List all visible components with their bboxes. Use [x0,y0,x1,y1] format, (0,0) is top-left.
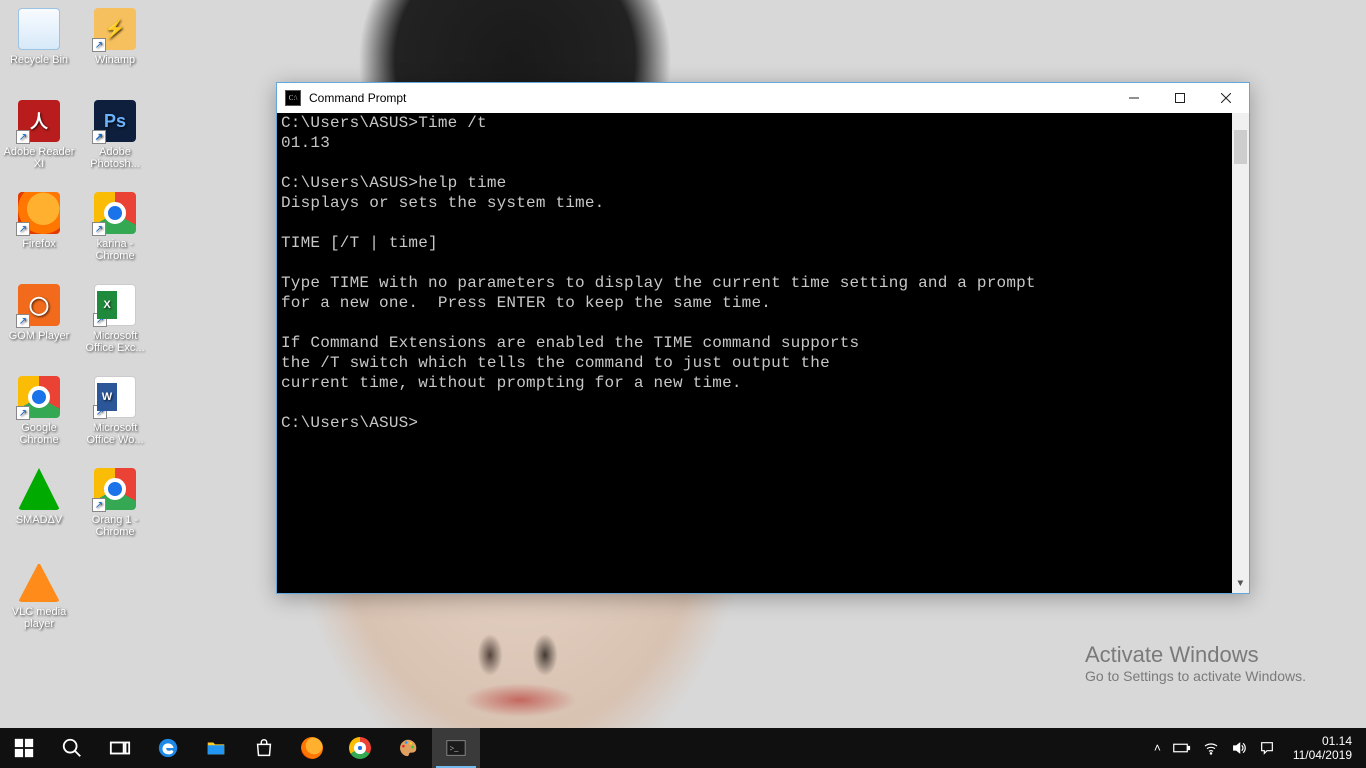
google-chrome-icon[interactable]: ↗ Google Chrome [2,372,76,460]
firefox-icon[interactable]: ↗ Firefox [2,188,76,276]
chrome-glyph: ↗ [18,376,60,418]
taskbar-store[interactable] [240,728,288,768]
taskbar-cmd[interactable]: >_ [432,728,480,768]
chrome-glyph: ↗ [94,192,136,234]
minimize-button[interactable] [1111,83,1157,113]
terminal-output[interactable]: C:\Users\ASUS>Time /t 01.13 C:\Users\ASU… [277,113,1249,593]
palette-icon [397,737,419,759]
recycle-bin-icon[interactable]: Recycle Bin [2,4,76,92]
photoshop-glyph: Ps↗ [94,100,136,142]
word-glyph: ↗ [94,376,136,418]
terminal-text: C:\Users\ASUS>Time /t 01.13 C:\Users\ASU… [281,114,1036,432]
taskbar-file-explorer[interactable] [192,728,240,768]
titlebar[interactable]: Command Prompt [277,83,1249,113]
clock-time: 01.14 [1322,734,1352,748]
vertical-scrollbar[interactable]: ▲ ▼ [1232,113,1249,593]
icon-label: SMADΔV [16,514,62,526]
winamp-glyph: ⚡↗ [94,8,136,50]
edge-icon [157,737,179,759]
maximize-icon [1175,93,1185,103]
task-view-button[interactable] [96,728,144,768]
firefox-glyph: ↗ [18,192,60,234]
shopping-bag-icon [253,737,275,759]
orang1-chrome-icon[interactable]: ↗ Orang 1 - Chrome [78,464,152,552]
excel-icon[interactable]: ↗ Microsoft Office Exc... [78,280,152,368]
smadav-glyph [18,468,60,510]
word-icon[interactable]: ↗ Microsoft Office Wo... [78,372,152,460]
chrome-icon [349,737,371,759]
icon-label: Microsoft Office Exc... [79,330,151,354]
task-view-icon [109,737,131,759]
chrome-glyph: ↗ [94,468,136,510]
clock-date: 11/04/2019 [1293,748,1352,762]
adobe-reader-glyph: 人↗ [18,100,60,142]
watermark-title: Activate Windows [1085,642,1306,668]
windows-logo-icon [13,737,35,759]
action-center-icon[interactable] [1259,740,1275,756]
folder-icon [205,737,227,759]
icon-label: Recycle Bin [10,54,68,66]
icon-label: Winamp [95,54,135,66]
scrollbar-track[interactable] [1232,130,1249,576]
vlc-icon[interactable]: VLC media player [2,556,76,644]
search-icon [61,737,83,759]
winamp-icon[interactable]: ⚡↗ Winamp [78,4,152,92]
photoshop-icon[interactable]: Ps↗ Adobe Photosh... [78,96,152,184]
excel-glyph: ↗ [94,284,136,326]
cmd-app-icon [285,90,301,106]
icon-label: Google Chrome [3,422,75,446]
terminal-icon: >_ [445,737,467,759]
icon-label: karina - Chrome [79,238,151,262]
icon-label: GOM Player [9,330,70,342]
start-button[interactable] [0,728,48,768]
close-icon [1221,93,1231,103]
activate-windows-watermark: Activate Windows Go to Settings to activ… [1085,642,1306,684]
adobe-reader-icon[interactable]: 人↗ Adobe Reader XI [2,96,76,184]
icon-label: Microsoft Office Wo... [79,422,151,446]
taskbar-paint[interactable] [384,728,432,768]
karina-chrome-icon[interactable]: ↗ karina - Chrome [78,188,152,276]
recycle-bin-glyph [18,8,60,50]
scrollbar-thumb[interactable] [1234,130,1247,164]
watermark-subtext: Go to Settings to activate Windows. [1085,668,1306,684]
desktop-icons: Recycle Bin ⚡↗ Winamp 人↗ Adobe Reader XI… [0,0,154,648]
tray-chevron-up-icon[interactable]: ˄ [1154,741,1161,755]
vlc-glyph [18,560,60,602]
search-button[interactable] [48,728,96,768]
icon-label: Adobe Photosh... [79,146,151,170]
gom-player-glyph: ◯↗ [18,284,60,326]
close-button[interactable] [1203,83,1249,113]
icon-label: Orang 1 - Chrome [79,514,151,538]
firefox-icon [301,737,323,759]
taskbar-clock[interactable]: 01.14 11/04/2019 [1287,734,1358,762]
smadav-icon[interactable]: SMADΔV [2,464,76,552]
taskbar-edge[interactable] [144,728,192,768]
icon-label: Firefox [22,238,56,250]
icon-label: VLC media player [3,606,75,630]
command-prompt-window[interactable]: Command Prompt C:\Users\ASUS>Time /t 01.… [276,82,1250,594]
icon-label: Adobe Reader XI [3,146,75,170]
taskbar-chrome[interactable] [336,728,384,768]
system-tray[interactable]: ˄ 01.14 11/04/2019 [1146,728,1366,768]
window-title: Command Prompt [309,91,406,105]
scroll-down-button[interactable]: ▼ [1232,576,1249,593]
taskbar-firefox[interactable] [288,728,336,768]
svg-text:>_: >_ [450,744,460,753]
minimize-icon [1129,93,1139,103]
battery-icon[interactable] [1173,741,1191,755]
gom-player-icon[interactable]: ◯↗ GOM Player [2,280,76,368]
maximize-button[interactable] [1157,83,1203,113]
volume-icon[interactable] [1231,740,1247,756]
wifi-icon[interactable] [1203,740,1219,756]
taskbar[interactable]: >_ ˄ 01.14 11/04/2019 [0,728,1366,768]
